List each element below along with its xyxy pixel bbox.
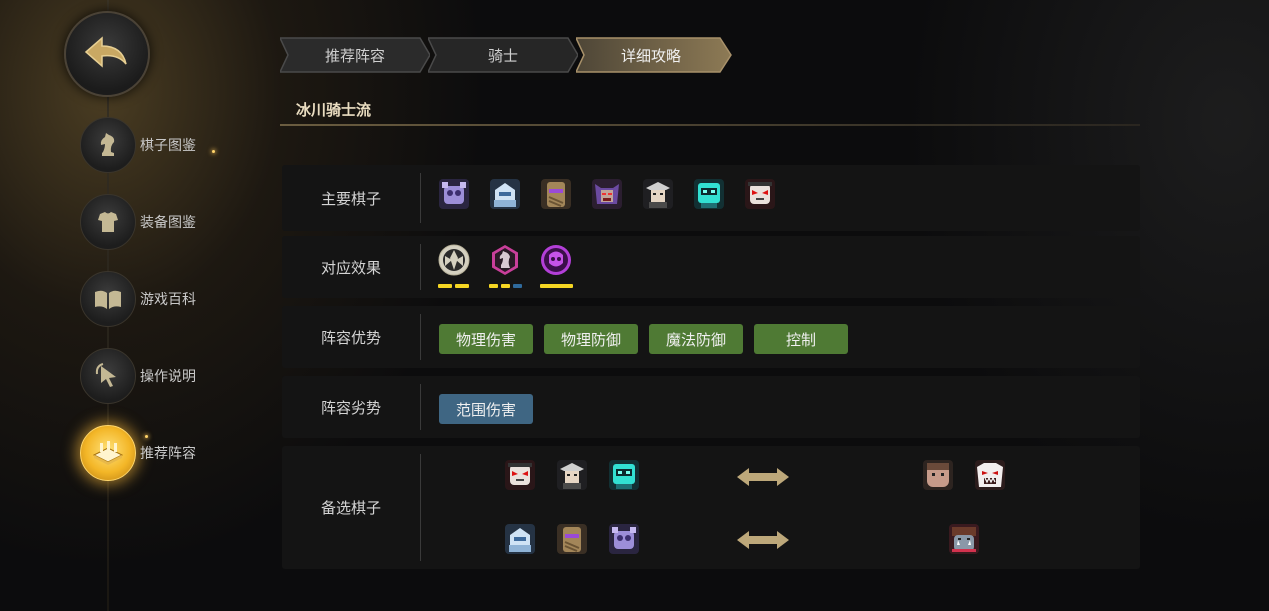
sidebar-item-label: 棋子图鉴 [140, 138, 196, 154]
row-label: 阵容劣势 [320, 398, 381, 417]
piece-portrait-vampire[interactable] [744, 178, 776, 210]
piece-portrait-vampire[interactable] [504, 459, 536, 491]
sidebar-item-recommended-lineup[interactable]: 推荐阵容 [80, 425, 260, 481]
piece-portrait-ice-knight[interactable] [504, 523, 536, 555]
swap-arrow-icon [737, 531, 789, 549]
strength-tag-control[interactable]: 控制 [754, 324, 848, 354]
sidebar-item-equipment-guide[interactable]: 装备图鉴 [80, 194, 260, 250]
weakness-tag-aoe-damage[interactable]: 范围伤害 [439, 394, 533, 424]
row-label: 阵容优势 [320, 328, 381, 347]
back-arrow-icon [84, 36, 127, 68]
piece-portrait-samurai[interactable] [642, 178, 674, 210]
breadcrumb-item-knight[interactable]: 骑士 [428, 37, 578, 73]
piece-portrait-tree-guardian[interactable] [556, 523, 588, 555]
strength-tag-magic-defense[interactable]: 魔法防御 [649, 324, 743, 354]
title-divider [280, 124, 1140, 126]
breadcrumb-item-detailed-guide[interactable]: 详细攻略 [576, 37, 732, 73]
row-label: 备选棋子 [320, 499, 381, 517]
breadcrumb-label: 详细攻略 [620, 46, 681, 65]
breadcrumb-label: 骑士 [487, 46, 518, 65]
row-divider [420, 244, 421, 290]
row-label: 主要棋子 [320, 189, 381, 208]
breadcrumb: 推荐阵容 骑士 详细攻略 [280, 37, 732, 73]
row-divider [420, 384, 421, 430]
sidebar-item-label: 装备图鉴 [140, 215, 196, 231]
sidebar-item-encyclopedia[interactable]: 游戏百科 [80, 271, 260, 327]
row-divider [420, 314, 421, 360]
sidebar-item-instructions[interactable]: 操作说明 [80, 348, 260, 404]
book-icon [80, 271, 136, 327]
back-button[interactable] [64, 11, 150, 97]
knight-synergy-progress [489, 284, 522, 288]
strength-tag-physical-damage[interactable]: 物理伤害 [439, 324, 533, 354]
piece-portrait-purple-golem[interactable] [608, 523, 640, 555]
knight-synergy-icon[interactable] [489, 244, 521, 276]
strengths-row: 阵容优势 物理伤害 物理防御 魔法防御 控制 [282, 306, 1140, 368]
synergy-effects-row: 对应效果 [282, 236, 1140, 298]
piece-portrait-cyan-robot[interactable] [608, 459, 640, 491]
piece-portrait-bat-demon[interactable] [591, 178, 623, 210]
piece-portrait-purple-golem[interactable] [438, 178, 470, 210]
sidebar-item-label: 操作说明 [140, 369, 196, 385]
sidebar-item-piece-guide[interactable]: 棋子图鉴 [80, 117, 260, 173]
board-icon [80, 425, 136, 481]
main-pieces-row: 主要棋子 [282, 165, 1140, 231]
glacier-synergy-progress [438, 284, 469, 288]
row-divider [420, 454, 421, 561]
piece-portrait-tusked-brute[interactable] [948, 523, 980, 555]
swap-arrow-icon [737, 468, 789, 486]
row-divider [420, 173, 421, 223]
sidebar-item-label: 推荐阵容 [140, 446, 196, 462]
breadcrumb-label: 推荐阵容 [324, 46, 385, 65]
weaknesses-row: 阵容劣势 范围伤害 [282, 376, 1140, 438]
demon-synergy-icon[interactable] [540, 244, 572, 276]
piece-portrait-yeti[interactable] [974, 459, 1006, 491]
demon-synergy-progress [540, 284, 573, 288]
alternate-pieces-row: 备选棋子 [282, 446, 1140, 569]
lineup-title: 冰川骑士流 [296, 101, 372, 119]
armor-icon [80, 194, 136, 250]
piece-portrait-tree-guardian[interactable] [540, 178, 572, 210]
glacier-synergy-icon[interactable] [438, 244, 470, 276]
row-label: 对应效果 [320, 258, 381, 277]
breadcrumb-item-lineups[interactable]: 推荐阵容 [280, 37, 430, 73]
piece-portrait-ogre[interactable] [922, 459, 954, 491]
piece-portrait-samurai[interactable] [556, 459, 588, 491]
sidebar-item-label: 游戏百科 [140, 292, 196, 308]
knight-icon [80, 117, 136, 173]
strength-tag-physical-defense[interactable]: 物理防御 [544, 324, 638, 354]
piece-portrait-cyan-robot[interactable] [693, 178, 725, 210]
piece-portrait-ice-knight[interactable] [489, 178, 521, 210]
pointer-icon [80, 348, 136, 404]
